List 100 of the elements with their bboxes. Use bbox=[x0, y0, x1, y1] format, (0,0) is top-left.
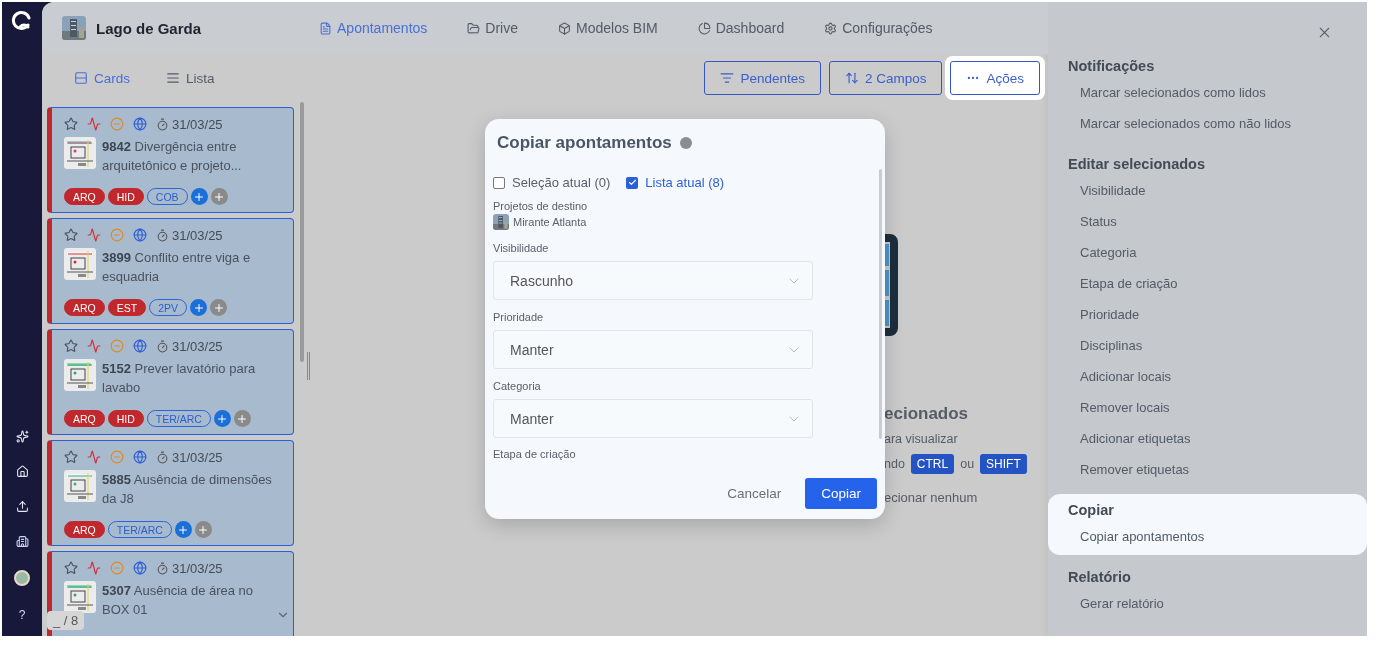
avatar[interactable] bbox=[14, 570, 30, 586]
project-title: Lago de Garda bbox=[96, 19, 202, 37]
menu-item[interactable]: Gerar relatório bbox=[1068, 588, 1347, 619]
menu-item[interactable]: Visibilidade bbox=[1068, 175, 1347, 206]
due-date: 31/03/25 bbox=[156, 338, 223, 354]
menu-item[interactable]: Copiar apontamentos bbox=[1068, 521, 1347, 552]
menu-item[interactable]: Categoria bbox=[1068, 237, 1347, 268]
key-badge: SHIFT bbox=[980, 454, 1027, 474]
add-tag-button[interactable] bbox=[174, 521, 192, 538]
add-button[interactable] bbox=[233, 410, 251, 427]
field-label: Projetos de destino bbox=[493, 200, 589, 212]
view-tab[interactable]: Lista bbox=[166, 70, 215, 86]
nav-tab[interactable]: Configurações bbox=[824, 20, 933, 36]
menu-item[interactable]: Marcar selecionados como não lidos bbox=[1068, 108, 1347, 139]
issue-card[interactable]: 31/03/25 5152 Prever lavatório para lavabo ARQ HID TER/ARC bbox=[47, 329, 294, 435]
scrollbar[interactable] bbox=[879, 169, 882, 439]
star-icon[interactable] bbox=[64, 561, 78, 575]
menu-item[interactable]: Etapa de criação bbox=[1068, 268, 1347, 299]
select-field[interactable]: Manter bbox=[493, 330, 813, 369]
section-title: Editar selecionados bbox=[1068, 155, 1206, 174]
nav-tab[interactable]: Modelos BIM bbox=[558, 20, 658, 36]
select-field[interactable]: Rascunho bbox=[493, 261, 813, 300]
upload-icon[interactable] bbox=[15, 500, 29, 513]
check-icon bbox=[627, 178, 637, 187]
minus-circle-icon bbox=[110, 228, 124, 242]
copy-button[interactable]: Copiar bbox=[805, 478, 877, 509]
logo-icon[interactable] bbox=[11, 10, 33, 32]
nav-tab[interactable]: Drive bbox=[467, 20, 518, 36]
star-icon[interactable] bbox=[64, 450, 78, 464]
minus-circle-icon bbox=[110, 339, 124, 353]
add-tag-button[interactable] bbox=[213, 410, 231, 427]
add-tag-button[interactable] bbox=[190, 299, 208, 316]
activity-icon bbox=[87, 339, 101, 353]
sort-icon bbox=[844, 71, 859, 85]
document-icon bbox=[319, 21, 333, 35]
issue-card[interactable]: 31/03/25 9842 Divergência entre arquitetônico e projeto... ARQ HID COB bbox=[47, 107, 294, 213]
menu-item[interactable]: Status bbox=[1068, 206, 1347, 237]
project-name: Mirante Atlanta bbox=[513, 216, 587, 228]
plus-icon bbox=[192, 301, 205, 314]
globe-icon bbox=[133, 450, 147, 464]
empty-hint: ou bbox=[960, 457, 975, 471]
globe-icon bbox=[133, 561, 147, 575]
timer-icon bbox=[156, 450, 169, 464]
menu-item[interactable]: Adicionar etiquetas bbox=[1068, 423, 1347, 454]
tag: ARQ bbox=[64, 521, 105, 538]
view-tab[interactable]: Cards bbox=[74, 70, 130, 86]
scope-checkbox[interactable]: Seleção atual (0) bbox=[493, 175, 611, 190]
toolbar-button[interactable]: 2 Campos bbox=[828, 61, 943, 95]
menu-item[interactable]: Adicionar locais bbox=[1068, 361, 1347, 392]
help-icon[interactable] bbox=[679, 137, 692, 149]
add-button[interactable] bbox=[194, 521, 212, 538]
activity-icon bbox=[87, 561, 101, 575]
scrollbar[interactable] bbox=[300, 102, 304, 362]
tag: HID bbox=[107, 410, 144, 427]
plus-icon bbox=[212, 301, 225, 314]
issue-title: 3899 Conflito entre viga e esquadria bbox=[102, 249, 252, 286]
scope-checkbox[interactable]: Lista atual (8) bbox=[626, 175, 725, 190]
empty-hint: ndo bbox=[884, 457, 905, 471]
star-icon[interactable] bbox=[64, 339, 78, 353]
add-tag-button[interactable] bbox=[190, 188, 208, 205]
timer-icon bbox=[156, 228, 169, 242]
issue-card[interactable]: 31/03/25 5885 Ausência de dimensões da J8 ARQ TER/ARC bbox=[47, 440, 294, 546]
filter-icon bbox=[720, 71, 735, 85]
menu-item[interactable]: Disciplinas bbox=[1068, 330, 1347, 361]
sparkles-icon[interactable] bbox=[15, 430, 29, 443]
field-label: Prioridade bbox=[493, 311, 545, 323]
help-link[interactable]: ? bbox=[18, 608, 26, 622]
menu-item[interactable]: Prioridade bbox=[1068, 299, 1347, 330]
folder-icon bbox=[467, 21, 481, 35]
issue-title: 5307 Ausência de área no BOX 01 bbox=[102, 582, 255, 619]
timer-icon bbox=[156, 117, 169, 131]
add-button[interactable] bbox=[210, 299, 228, 316]
cube-icon bbox=[558, 21, 571, 35]
toolbar-button[interactable]: Pendentes bbox=[704, 61, 821, 95]
activity-icon bbox=[87, 228, 101, 242]
menu-item[interactable]: Marcar selecionados como lidos bbox=[1068, 77, 1347, 108]
cancel-button[interactable]: Cancelar bbox=[727, 478, 782, 509]
menu-item[interactable]: Remover locais bbox=[1068, 392, 1347, 423]
dialog-title: Copiar apontamentos bbox=[497, 133, 672, 153]
issue-card[interactable]: 31/03/25 3899 Conflito entre viga e esquadria ARQ EST 2PV bbox=[47, 218, 294, 324]
select-field[interactable]: Manter bbox=[493, 399, 813, 438]
field-label: Visibilidade bbox=[493, 242, 550, 254]
issue-title: 9842 Divergência entre arquitetônico e projeto... bbox=[102, 138, 243, 175]
nav-tab[interactable]: Apontamentos bbox=[319, 20, 428, 36]
plus-icon bbox=[193, 190, 206, 203]
activity-icon bbox=[87, 450, 101, 464]
star-icon[interactable] bbox=[64, 117, 78, 131]
page-counter: _ / 8 bbox=[47, 611, 85, 630]
nav-tab[interactable]: Dashboard bbox=[697, 20, 785, 36]
field-label: Etapa de criação bbox=[493, 448, 577, 460]
settings-icon bbox=[824, 21, 838, 35]
star-icon[interactable] bbox=[64, 228, 78, 242]
home-icon[interactable] bbox=[15, 465, 29, 478]
add-button[interactable] bbox=[210, 188, 228, 205]
plus-icon bbox=[213, 190, 226, 203]
minus-circle-icon bbox=[110, 117, 124, 131]
resize-handle[interactable] bbox=[307, 352, 310, 380]
tag: EST bbox=[107, 299, 147, 316]
menu-item[interactable]: Remover etiquetas bbox=[1068, 454, 1347, 485]
building-icon[interactable] bbox=[15, 535, 29, 548]
